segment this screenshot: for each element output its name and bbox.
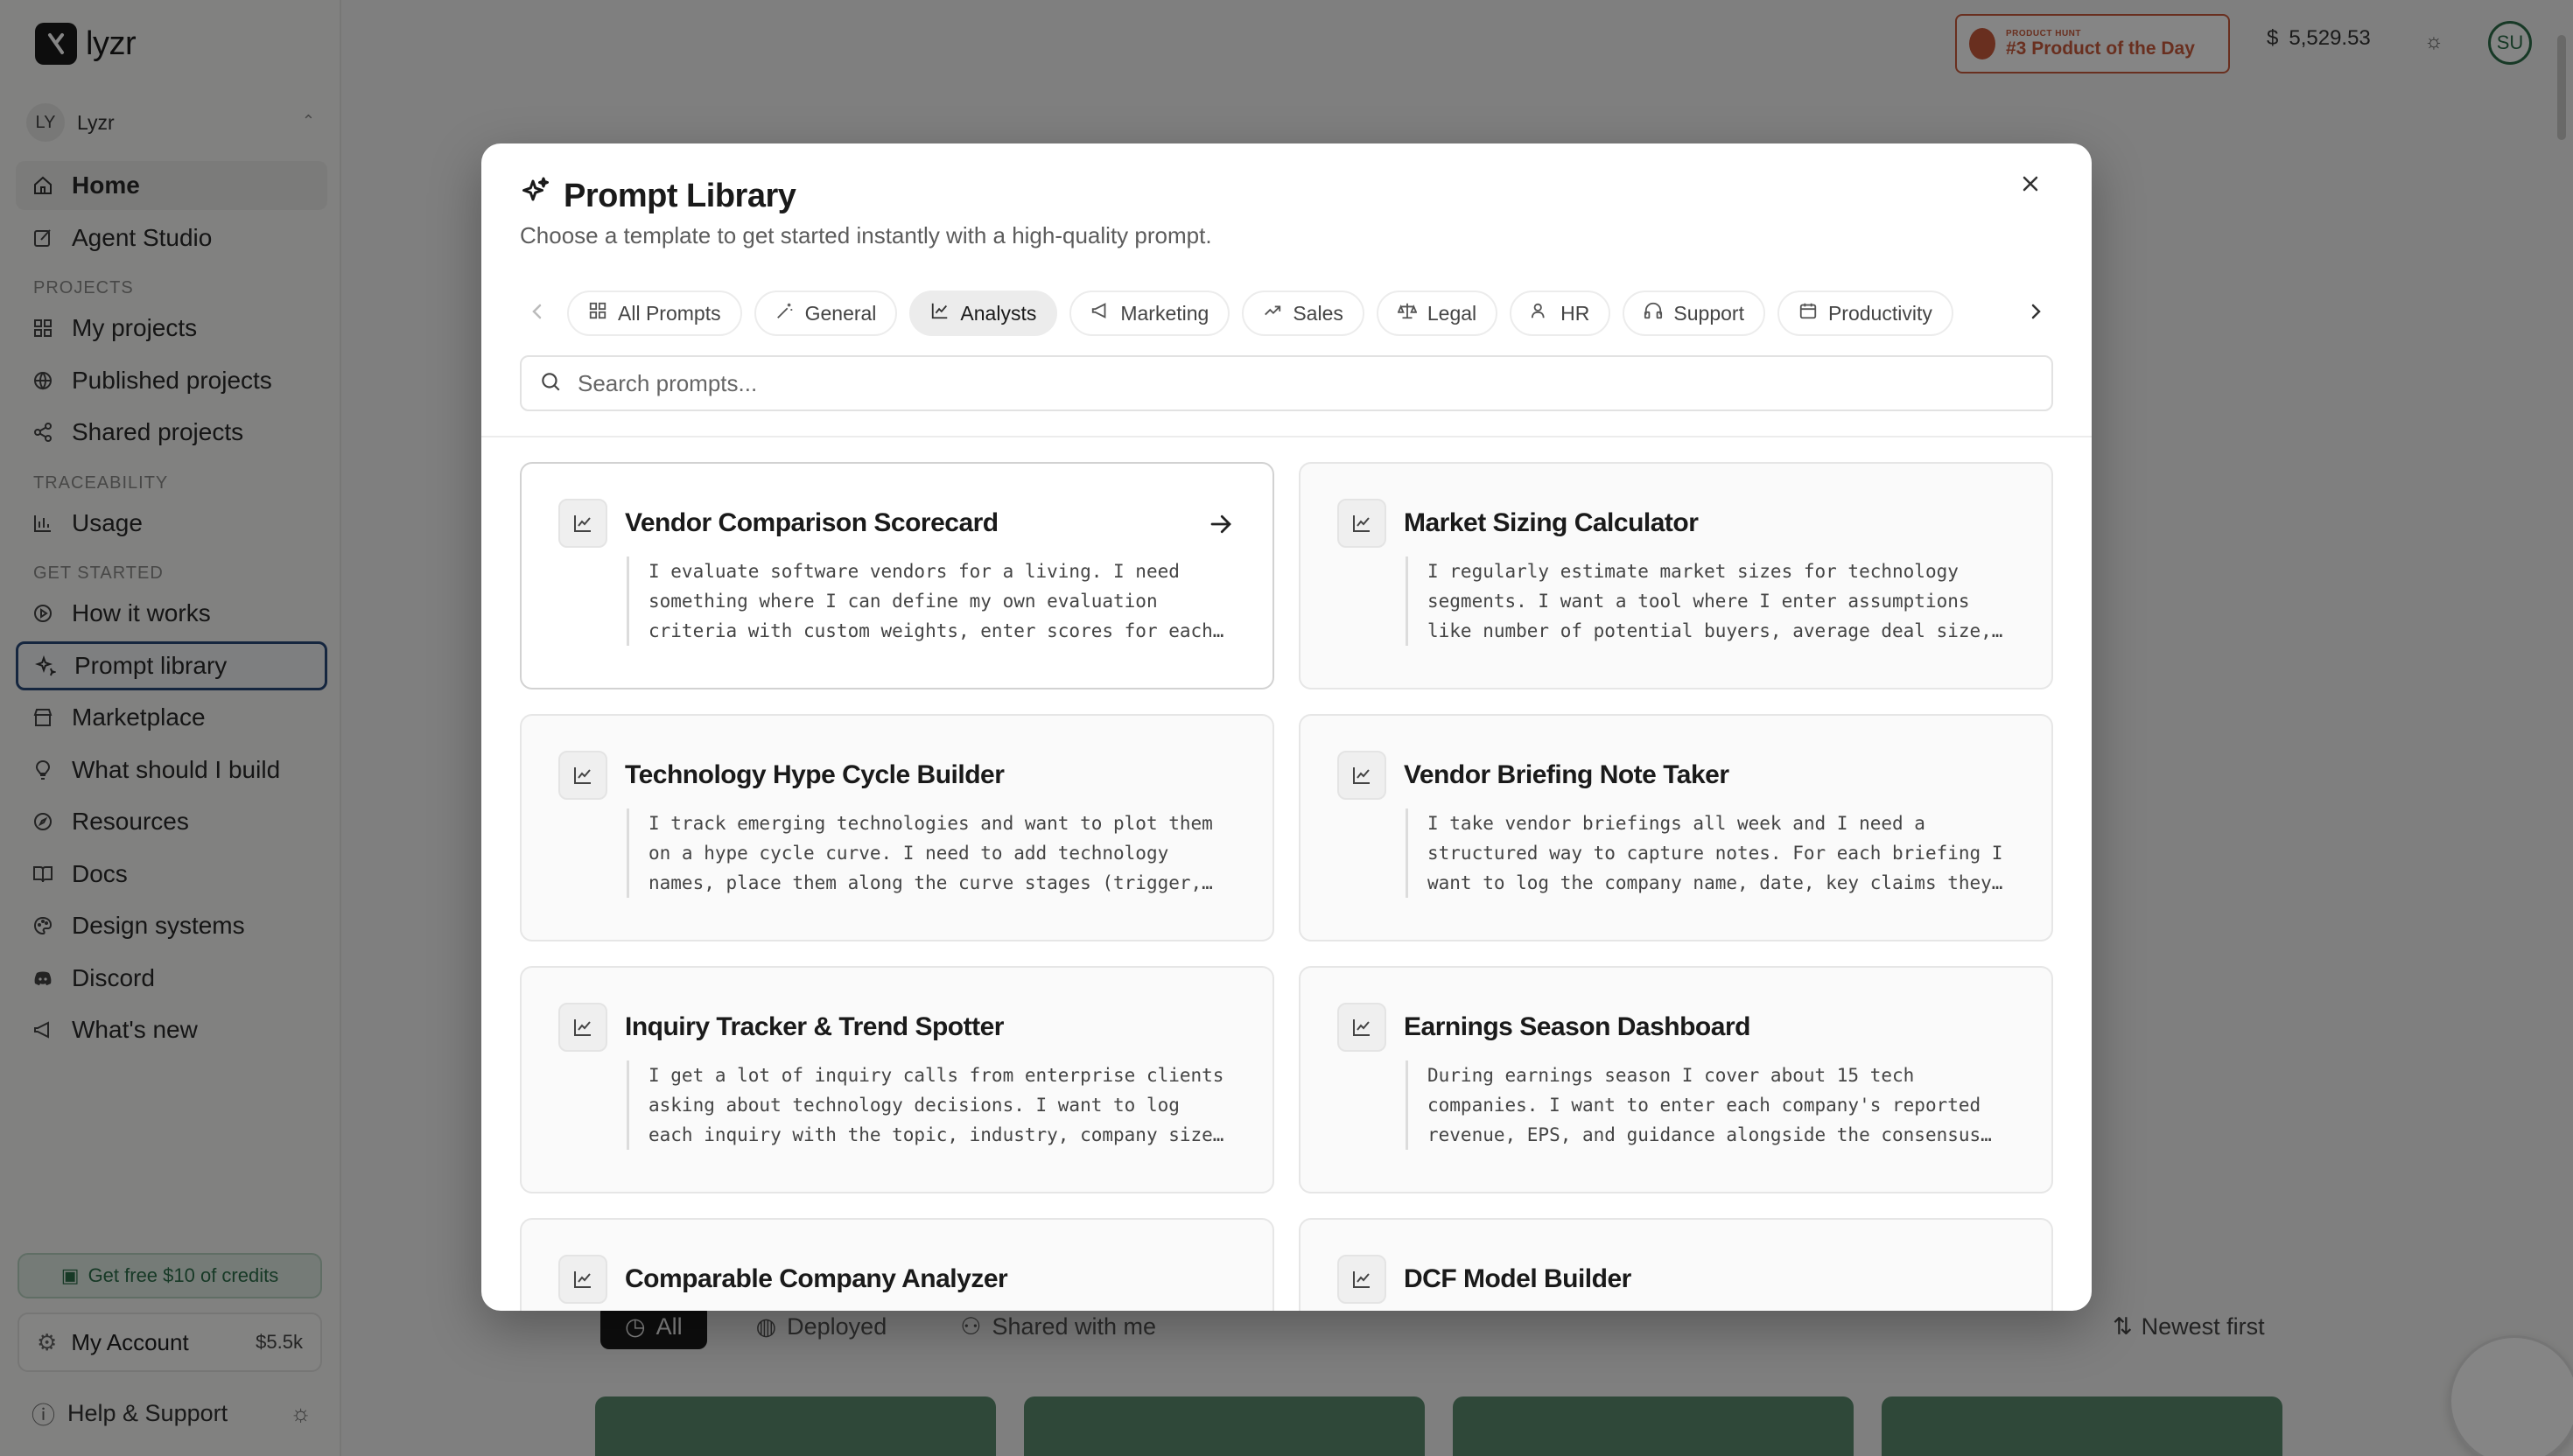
prompt-library-modal: Prompt Library Choose a template to get … <box>481 144 2092 1311</box>
tab-hr[interactable]: HR <box>1510 290 1611 336</box>
arrow-right-icon[interactable] <box>1208 511 1237 541</box>
search-bar <box>520 355 2053 411</box>
trend-up-icon <box>1263 301 1282 326</box>
tab-label: General <box>804 301 877 325</box>
megaphone-icon <box>1090 301 1110 326</box>
line-chart-icon <box>558 1003 607 1052</box>
tab-legal[interactable]: Legal <box>1376 290 1498 336</box>
prompt-card[interactable]: Earnings Season Dashboard During earning… <box>1299 966 2053 1194</box>
tab-label: Marketing <box>1120 301 1209 325</box>
prompt-card-description: I track emerging technologies and want t… <box>627 808 1234 898</box>
scale-icon <box>1397 301 1418 326</box>
prompt-card[interactable]: Vendor Comparison Scorecard I evaluate s… <box>520 462 1274 690</box>
tab-label: Support <box>1673 301 1744 325</box>
prompt-card[interactable]: DCF Model Builder <box>1299 1218 2053 1311</box>
tab-label: Analysts <box>960 301 1037 325</box>
chevron-left-icon <box>530 302 544 326</box>
prompt-card-title: Inquiry Tracker & Trend Spotter <box>625 1012 1004 1041</box>
category-tabs: All Prompts General Analysts Marketing S… <box>520 289 2053 338</box>
line-chart-icon <box>558 1255 607 1304</box>
prompt-card[interactable]: Market Sizing Calculator I regularly est… <box>1299 462 2053 690</box>
search-icon <box>539 370 562 397</box>
tab-sales[interactable]: Sales <box>1242 290 1364 336</box>
chevron-right-icon <box>2029 302 2043 326</box>
prompt-card-title: Vendor Comparison Scorecard <box>625 508 999 537</box>
tab-label: Sales <box>1293 301 1343 325</box>
sparkles-icon <box>520 176 551 216</box>
tab-analysts[interactable]: Analysts <box>909 290 1058 336</box>
prompt-card-description: During earnings season I cover about 15 … <box>1406 1060 2013 1150</box>
line-chart-icon <box>1337 1003 1386 1052</box>
tab-label: Productivity <box>1827 301 1932 325</box>
line-chart-icon <box>1337 499 1386 548</box>
prompt-card[interactable]: Inquiry Tracker & Trend Spotter I get a … <box>520 966 1274 1194</box>
calendar-icon <box>1798 301 1818 326</box>
modal-subtitle: Choose a template to get started instant… <box>520 222 1212 248</box>
prompt-card-title: Technology Hype Cycle Builder <box>625 760 1005 789</box>
search-input[interactable] <box>578 369 1978 397</box>
grid-icon <box>588 301 607 326</box>
prompt-card-description: I regularly estimate market sizes for te… <box>1406 556 2013 646</box>
prompt-card[interactable]: Vendor Briefing Note Taker I take vendor… <box>1299 714 2053 942</box>
tab-label: Legal <box>1427 301 1477 325</box>
modal-title: Prompt Library <box>564 177 796 214</box>
tab-support[interactable]: Support <box>1623 290 1765 336</box>
tab-label: HR <box>1560 301 1590 325</box>
prompt-card-description: I get a lot of inquiry calls from enterp… <box>627 1060 1234 1150</box>
line-chart-icon <box>1337 1255 1386 1304</box>
tabs-scroll-left-button[interactable] <box>520 290 555 336</box>
tab-marketing[interactable]: Marketing <box>1069 290 1230 336</box>
users-icon <box>1531 301 1550 326</box>
line-chart-icon <box>558 499 607 548</box>
tab-general[interactable]: General <box>754 290 898 336</box>
tab-all-prompts[interactable]: All Prompts <box>567 290 742 336</box>
prompt-card-title: Comparable Company Analyzer <box>625 1264 1008 1293</box>
close-button[interactable] <box>2008 163 2053 208</box>
wand-icon <box>775 301 795 326</box>
line-chart-icon <box>930 301 950 326</box>
prompt-cards-grid: Vendor Comparison Scorecard I evaluate s… <box>520 462 2053 1311</box>
headphones-icon <box>1644 301 1663 326</box>
tab-productivity[interactable]: Productivity <box>1777 290 1953 336</box>
prompt-card-title: Earnings Season Dashboard <box>1404 1012 1750 1041</box>
line-chart-icon <box>1337 751 1386 800</box>
prompt-card-title: Vendor Briefing Note Taker <box>1404 760 1729 789</box>
prompt-card-description: I take vendor briefings all week and I n… <box>1406 808 2013 898</box>
tab-label: All Prompts <box>618 301 721 325</box>
prompt-card-title: DCF Model Builder <box>1404 1264 1631 1293</box>
prompt-card[interactable]: Comparable Company Analyzer <box>520 1218 1274 1311</box>
header-divider <box>481 436 2092 438</box>
tabs-scroll-right-button[interactable] <box>2018 290 2053 336</box>
prompt-card-title: Market Sizing Calculator <box>1404 508 1699 537</box>
line-chart-icon <box>558 751 607 800</box>
prompt-card[interactable]: Technology Hype Cycle Builder I track em… <box>520 714 1274 942</box>
close-icon <box>2021 174 2040 198</box>
prompt-card-description: I evaluate software vendors for a living… <box>627 556 1234 646</box>
